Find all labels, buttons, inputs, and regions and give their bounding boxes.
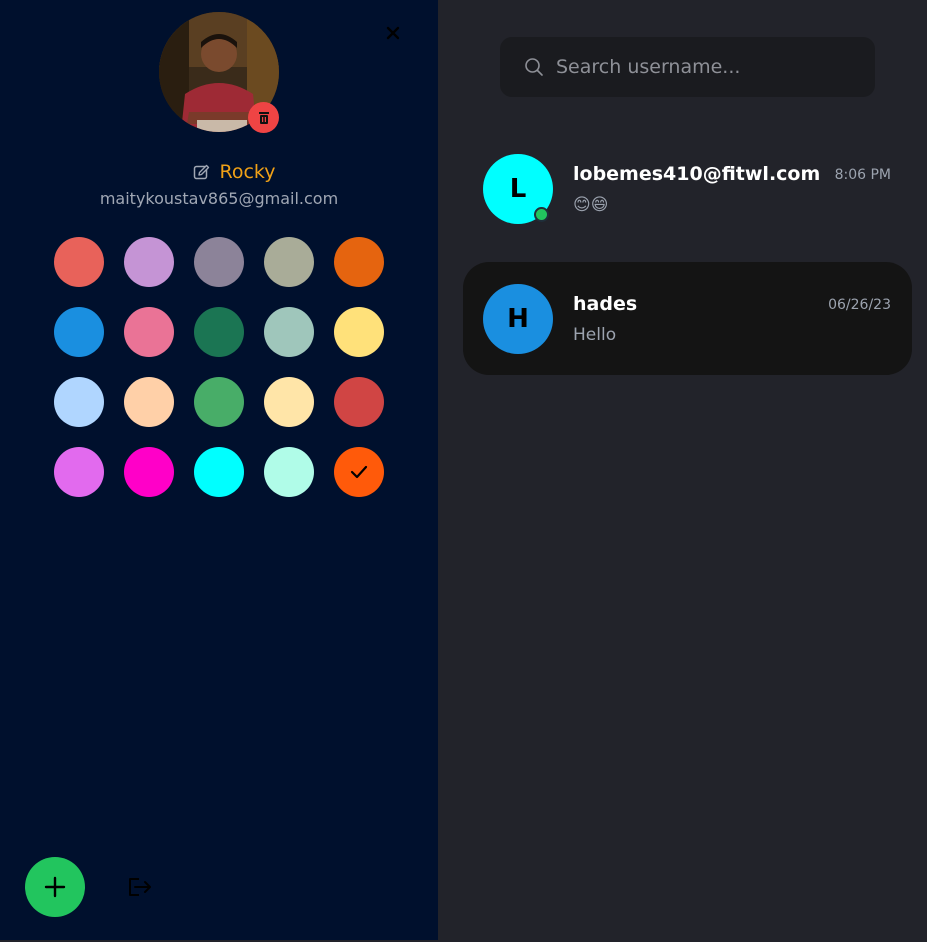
color-swatch[interactable] [194,447,244,497]
color-swatch[interactable] [54,447,104,497]
chat-time: 8:06 PM [834,167,891,183]
close-button[interactable] [382,22,404,44]
logout-button[interactable] [124,873,154,901]
profile-name-row: Rocky [0,158,468,186]
color-swatch[interactable] [334,447,384,497]
color-swatch[interactable] [54,377,104,427]
new-chat-button[interactable] [25,857,85,917]
color-swatch[interactable] [334,377,384,427]
close-icon [386,26,400,40]
chat-last-message: Hello [573,325,617,345]
search-bar [500,37,875,97]
delete-photo-button[interactable] [248,102,279,133]
chat-list-item[interactable]: L lobemes410@fitwl.com 8:06 PM 😊😄 [463,132,912,245]
color-swatch[interactable] [124,447,174,497]
color-swatch[interactable] [194,307,244,357]
color-swatch[interactable] [264,237,314,287]
chat-list-item[interactable]: H hades 06/26/23 Hello [463,262,912,375]
chat-avatar: H [483,284,553,354]
trash-icon [258,111,269,124]
color-swatch[interactable] [124,307,174,357]
color-swatch[interactable] [124,377,174,427]
online-status-indicator [534,207,549,222]
chat-app: Rocky maitykoustav865@gmail.com L [0,0,927,942]
chat-time: 06/26/23 [828,297,891,313]
profile-panel: Rocky maitykoustav865@gmail.com [0,0,438,940]
plus-icon [44,876,66,898]
search-input[interactable] [556,56,856,78]
logout-icon [129,878,151,896]
profile-email: maitykoustav865@gmail.com [99,189,339,208]
chat-last-message: 😊😄 [573,195,609,215]
color-swatch[interactable] [264,377,314,427]
color-swatch[interactable] [194,237,244,287]
color-swatch[interactable] [54,237,104,287]
color-swatch[interactable] [124,237,174,287]
color-swatch[interactable] [194,377,244,427]
color-swatch[interactable] [264,447,314,497]
edit-icon [193,164,209,179]
chat-name: lobemes410@fitwl.com [573,163,821,185]
check-icon [350,465,368,479]
search-icon [524,57,544,77]
edit-name-button[interactable] [193,164,210,181]
color-swatch[interactable] [334,307,384,357]
profile-name: Rocky [219,161,276,183]
color-swatch[interactable] [264,307,314,357]
color-swatch[interactable] [334,237,384,287]
chat-name: hades [573,293,638,315]
color-swatch[interactable] [54,307,104,357]
